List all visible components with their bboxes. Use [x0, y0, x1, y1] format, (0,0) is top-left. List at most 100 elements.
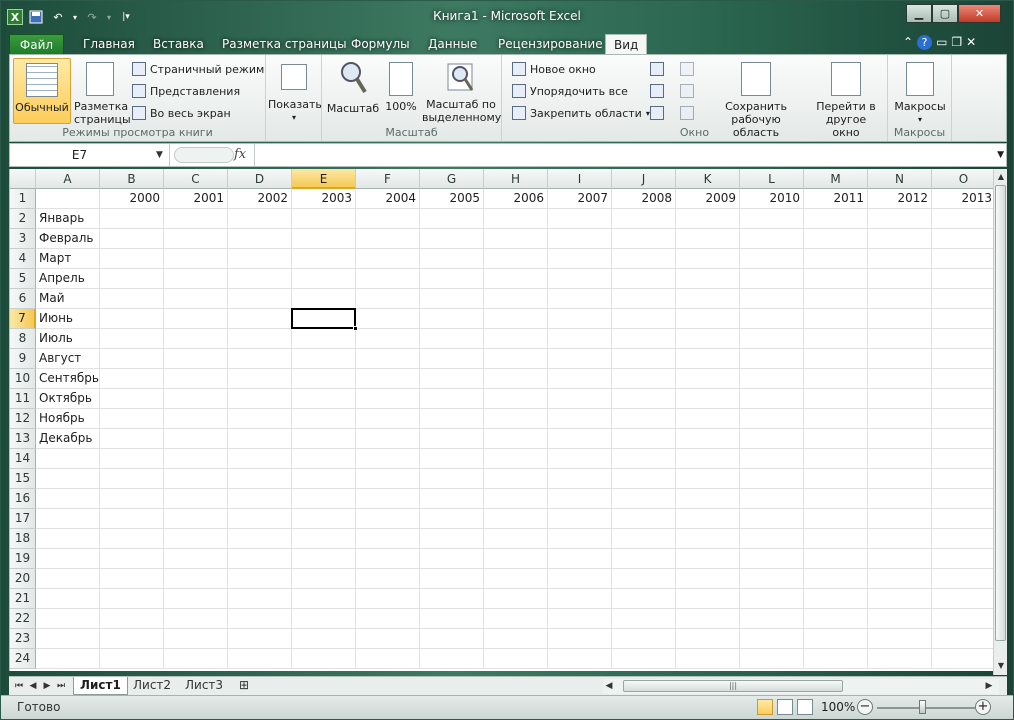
cell-h2[interactable]	[484, 209, 548, 229]
cell-l10[interactable]	[740, 369, 804, 389]
cell-o7[interactable]	[932, 309, 993, 329]
cell-i10[interactable]	[548, 369, 612, 389]
cell-i1[interactable]: 2007	[548, 189, 612, 209]
cell-n15[interactable]	[868, 469, 932, 489]
cell-j6[interactable]	[612, 289, 676, 309]
cell-h16[interactable]	[484, 489, 548, 509]
cell-b18[interactable]	[100, 529, 164, 549]
cell-n18[interactable]	[868, 529, 932, 549]
column-header-b[interactable]: B	[100, 169, 164, 189]
cell-l19[interactable]	[740, 549, 804, 569]
cell-c2[interactable]	[164, 209, 228, 229]
cell-g20[interactable]	[420, 569, 484, 589]
cell-a4[interactable]: Март	[36, 249, 100, 269]
cell-n5[interactable]	[868, 269, 932, 289]
cell-a2[interactable]: Январь	[36, 209, 100, 229]
cell-a19[interactable]	[36, 549, 100, 569]
cell-j2[interactable]	[612, 209, 676, 229]
cell-i19[interactable]	[548, 549, 612, 569]
cell-a8[interactable]: Июль	[36, 329, 100, 349]
column-header-e[interactable]: E	[292, 169, 356, 189]
cell-g13[interactable]	[420, 429, 484, 449]
cell-a11[interactable]: Октябрь	[36, 389, 100, 409]
cell-b21[interactable]	[100, 589, 164, 609]
cell-m14[interactable]	[804, 449, 868, 469]
zoom-selection-button[interactable]: Масштаб по выделенному	[422, 58, 501, 124]
first-sheet-icon[interactable]: ⏮	[13, 679, 25, 693]
cell-h17[interactable]	[484, 509, 548, 529]
cell-j22[interactable]	[612, 609, 676, 629]
cell-k10[interactable]	[676, 369, 740, 389]
cell-b12[interactable]	[100, 409, 164, 429]
cell-n19[interactable]	[868, 549, 932, 569]
cell-h20[interactable]	[484, 569, 548, 589]
tab-insert[interactable]: Вставка	[145, 34, 212, 55]
cell-m9[interactable]	[804, 349, 868, 369]
cell-e20[interactable]	[292, 569, 356, 589]
view-side-by-side-button[interactable]	[680, 60, 694, 78]
expand-formula-bar-icon[interactable]: ▼	[997, 144, 1004, 166]
cell-i15[interactable]	[548, 469, 612, 489]
column-header-f[interactable]: F	[356, 169, 420, 189]
cell-o20[interactable]	[932, 569, 993, 589]
cell-e16[interactable]	[292, 489, 356, 509]
cell-k19[interactable]	[676, 549, 740, 569]
cell-c24[interactable]	[164, 649, 228, 669]
cell-g9[interactable]	[420, 349, 484, 369]
doc-close-icon[interactable]: ✕	[966, 35, 976, 50]
cell-c6[interactable]	[164, 289, 228, 309]
cell-e5[interactable]	[292, 269, 356, 289]
cell-n1[interactable]: 2012	[868, 189, 932, 209]
tab-data[interactable]: Данные	[420, 34, 485, 55]
cell-l3[interactable]	[740, 229, 804, 249]
cell-d5[interactable]	[228, 269, 292, 289]
fill-handle[interactable]	[353, 326, 358, 331]
cell-c19[interactable]	[164, 549, 228, 569]
cell-a15[interactable]	[36, 469, 100, 489]
cell-d20[interactable]	[228, 569, 292, 589]
doc-restore-icon[interactable]: ❐	[951, 35, 962, 50]
scroll-left-icon[interactable]: ◀	[603, 679, 615, 693]
cell-g19[interactable]	[420, 549, 484, 569]
vertical-scroll-thumb[interactable]	[995, 185, 1006, 641]
cell-j19[interactable]	[612, 549, 676, 569]
cell-f14[interactable]	[356, 449, 420, 469]
cell-j11[interactable]	[612, 389, 676, 409]
cell-g23[interactable]	[420, 629, 484, 649]
cell-c8[interactable]	[164, 329, 228, 349]
cell-d16[interactable]	[228, 489, 292, 509]
cell-h11[interactable]	[484, 389, 548, 409]
cell-k15[interactable]	[676, 469, 740, 489]
cell-m21[interactable]	[804, 589, 868, 609]
cell-d13[interactable]	[228, 429, 292, 449]
cell-o24[interactable]	[932, 649, 993, 669]
cell-f20[interactable]	[356, 569, 420, 589]
cell-i5[interactable]	[548, 269, 612, 289]
horizontal-scrollbar[interactable]: ◀ ||| ▶	[603, 679, 999, 694]
cell-g10[interactable]	[420, 369, 484, 389]
select-all-corner[interactable]	[10, 169, 36, 189]
cell-j12[interactable]	[612, 409, 676, 429]
cell-f9[interactable]	[356, 349, 420, 369]
cell-g24[interactable]	[420, 649, 484, 669]
cell-a9[interactable]: Август	[36, 349, 100, 369]
cell-h14[interactable]	[484, 449, 548, 469]
cell-e14[interactable]	[292, 449, 356, 469]
cell-d2[interactable]	[228, 209, 292, 229]
page-layout-view-button[interactable]: Разметка страницы	[72, 58, 131, 126]
cell-n17[interactable]	[868, 509, 932, 529]
cell-o4[interactable]	[932, 249, 993, 269]
cell-k7[interactable]	[676, 309, 740, 329]
cell-d18[interactable]	[228, 529, 292, 549]
row-header[interactable]: 24	[10, 649, 36, 669]
cell-n23[interactable]	[868, 629, 932, 649]
cell-e11[interactable]	[292, 389, 356, 409]
cell-d8[interactable]	[228, 329, 292, 349]
row-header[interactable]: 3	[10, 229, 36, 249]
cell-l17[interactable]	[740, 509, 804, 529]
cell-i6[interactable]	[548, 289, 612, 309]
cell-c13[interactable]	[164, 429, 228, 449]
cell-e22[interactable]	[292, 609, 356, 629]
cell-o18[interactable]	[932, 529, 993, 549]
cell-h5[interactable]	[484, 269, 548, 289]
